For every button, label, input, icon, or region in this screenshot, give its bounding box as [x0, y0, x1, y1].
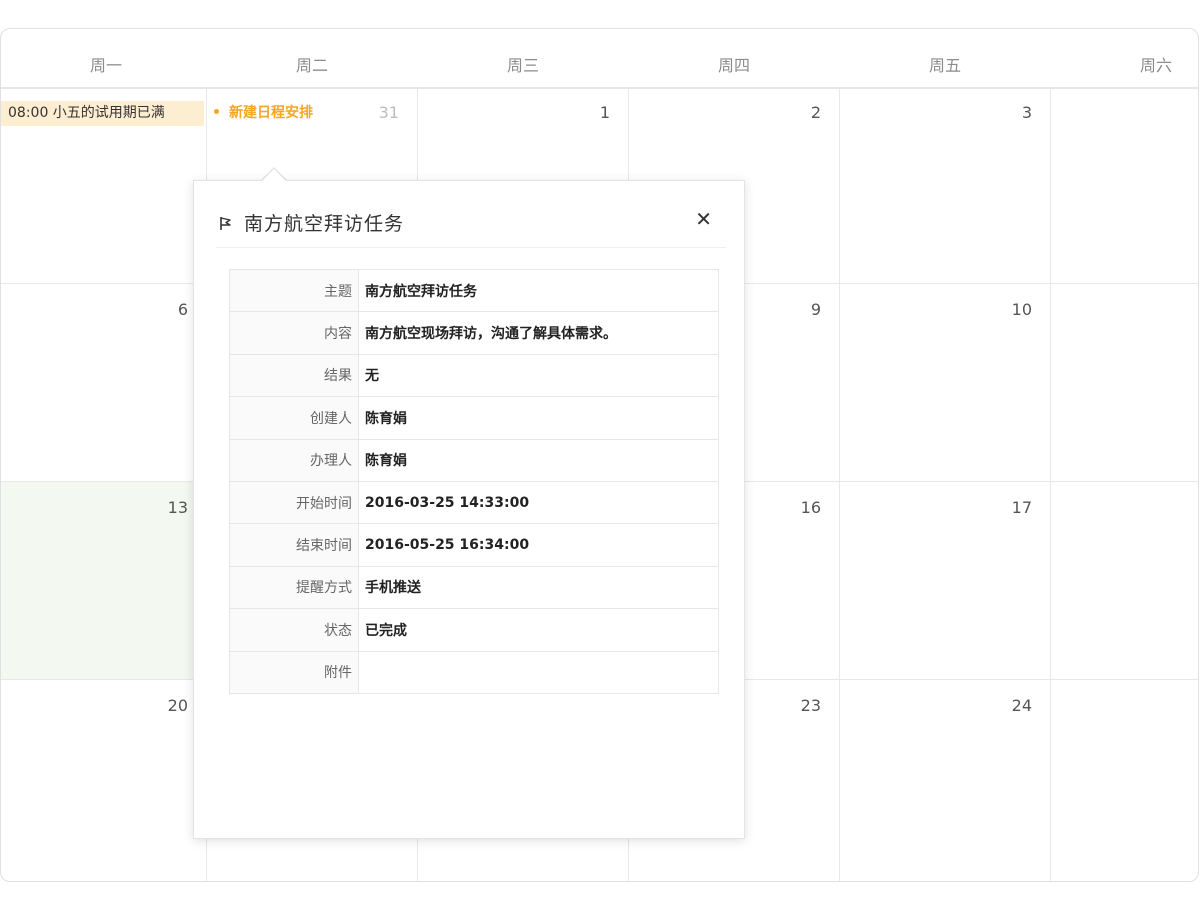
close-icon[interactable]: ✕	[695, 207, 712, 231]
new-event-link[interactable]: 新建日程安排	[214, 101, 313, 126]
day-number: 17	[1011, 498, 1032, 517]
weekday-sat: 周六	[1139, 56, 1172, 75]
day-cell[interactable]: 3	[840, 87, 1051, 284]
new-event-label: 新建日程安排	[229, 105, 313, 121]
detail-key: 主题	[229, 268, 359, 313]
day-cell[interactable]: 17	[840, 482, 1051, 680]
detail-value: 2016-03-25 14:33:00	[358, 480, 719, 525]
day-cell[interactable]: 10	[840, 284, 1051, 482]
day-number: 13	[167, 498, 188, 517]
detail-row: 办理人 陈育娟	[229, 438, 719, 482]
detail-row: 内容 南方航空现场拜访，沟通了解具体需求。	[229, 311, 719, 355]
day-cell[interactable]: 24	[840, 680, 1051, 881]
day-number: 9	[810, 300, 821, 319]
detail-row: 提醒方式 手机推送	[229, 565, 719, 610]
day-number: 31	[378, 103, 399, 122]
detail-key: 状态	[229, 608, 359, 652]
day-cell[interactable]	[1051, 284, 1198, 482]
day-number: 20	[167, 696, 188, 715]
detail-key: 附件	[229, 650, 359, 694]
detail-row: 状态 已完成	[229, 608, 719, 652]
detail-value: 南方航空拜访任务	[358, 268, 719, 313]
popup-header: 南方航空拜访任务 ✕	[216, 201, 726, 248]
weekday-wed: 周三	[506, 56, 539, 75]
day-cell[interactable]: 6	[1, 284, 207, 482]
detail-key: 结束时间	[229, 523, 359, 567]
detail-value: 陈育娟	[358, 396, 719, 440]
detail-key: 提醒方式	[229, 565, 359, 610]
event-detail-popup: 南方航空拜访任务 ✕ 主题 南方航空拜访任务 内容 南方航空现场拜访，沟通了解具体需求…	[193, 180, 745, 839]
day-cell[interactable]	[1051, 87, 1198, 284]
detail-key: 创建人	[229, 396, 359, 440]
weekday-tue: 周二	[295, 56, 328, 75]
detail-value: 南方航空现场拜访，沟通了解具体需求。	[358, 311, 719, 355]
day-cell-today[interactable]: 13	[1, 482, 207, 680]
detail-row: 创建人 陈育娟	[229, 396, 719, 440]
detail-key: 内容	[229, 311, 359, 355]
day-number: 3	[1021, 103, 1032, 122]
weekday-thu: 周四	[717, 56, 750, 75]
detail-value: 已完成	[358, 608, 719, 652]
weekday-mon: 周一	[89, 56, 122, 75]
detail-row: 开始时间 2016-03-25 14:33:00	[229, 480, 719, 525]
day-cell[interactable]	[1051, 482, 1198, 680]
detail-value: 手机推送	[358, 565, 719, 610]
day-number: 16	[800, 498, 821, 517]
weekday-fri: 周五	[928, 56, 961, 75]
detail-row: 附件	[229, 650, 719, 694]
day-number: 24	[1011, 696, 1032, 715]
event-detail-table: 主题 南方航空拜访任务 内容 南方航空现场拜访，沟通了解具体需求。 结果无创建人 陈育娟办…	[229, 268, 719, 694]
detail-value: 2016-05-25 16:34:00	[358, 523, 719, 567]
detail-value: 陈育娟	[358, 438, 719, 482]
day-number: 1	[599, 103, 610, 122]
weekday-header: 周一 周二 周三 周四 周五 周六	[1, 29, 1198, 89]
detail-key: 结果	[229, 353, 359, 398]
day-number: 2	[810, 103, 821, 122]
bullet-dot-icon	[214, 108, 219, 114]
detail-row: 主题 南方航空拜访任务	[229, 268, 719, 313]
day-number: 10	[1011, 300, 1032, 319]
detail-value: 无	[358, 353, 719, 398]
day-number: 23	[800, 696, 821, 715]
day-cell[interactable]: 20	[1, 680, 207, 881]
day-cell[interactable]	[1051, 680, 1198, 881]
flag-icon	[220, 217, 231, 230]
day-number: 6	[177, 300, 188, 319]
detail-key: 办理人	[229, 438, 359, 482]
detail-key: 开始时间	[229, 480, 359, 525]
detail-row: 结束时间 2016-05-25 16:34:00	[229, 523, 719, 567]
detail-value	[358, 650, 719, 694]
popup-caret-inner	[261, 169, 287, 182]
popup-title: 南方航空拜访任务	[244, 213, 405, 235]
detail-row: 结果无	[229, 353, 719, 398]
calendar-event[interactable]: 08:00 小五的试用期已满	[1, 101, 204, 126]
